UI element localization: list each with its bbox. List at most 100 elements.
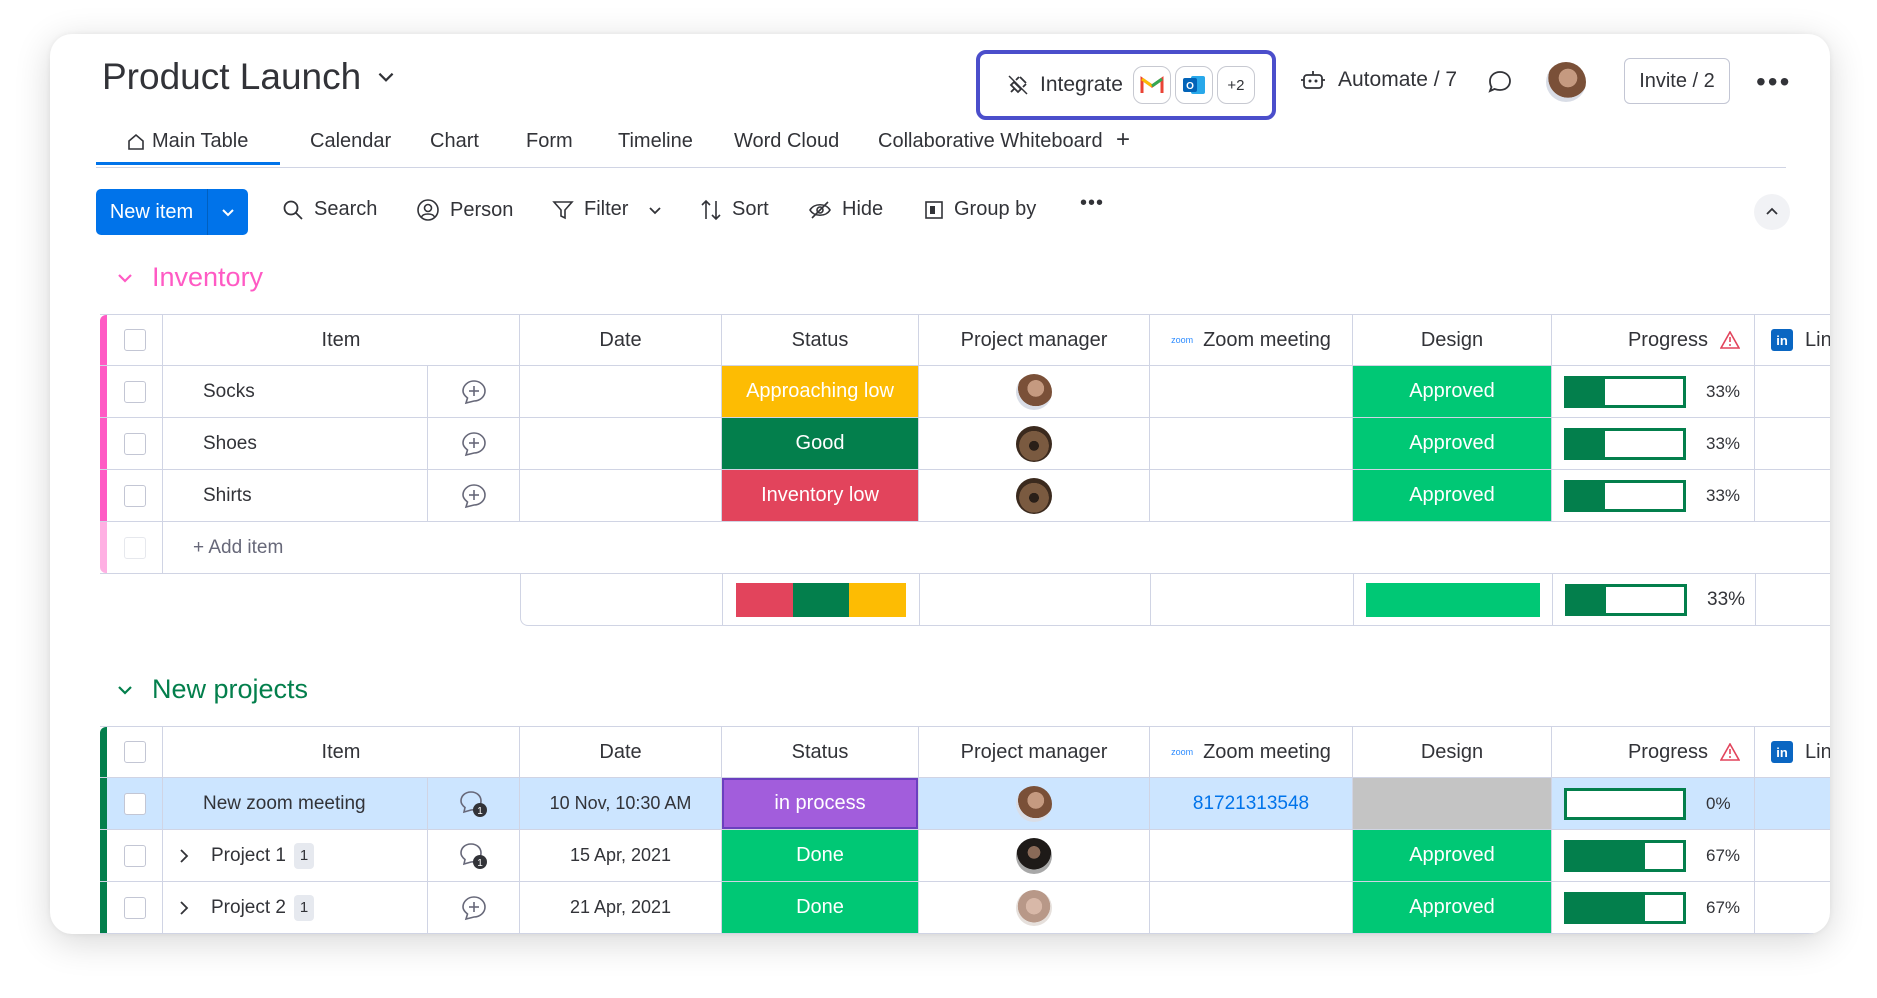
tab-form[interactable]: Form (526, 130, 573, 153)
collapse-header-button[interactable] (1754, 194, 1790, 230)
item-name[interactable]: Shirts (163, 470, 428, 521)
design-cell[interactable] (1353, 778, 1552, 829)
filter-button[interactable]: Filter (552, 198, 662, 221)
linkedin-cell[interactable] (1755, 470, 1830, 521)
tab-collaborative-whiteboard[interactable]: Collaborative Whiteboard (878, 130, 1103, 153)
row-checkbox[interactable] (123, 432, 146, 455)
col-linkedin[interactable]: in Lin (1755, 727, 1830, 777)
item-cell[interactable]: Project 1 1 (163, 830, 428, 881)
col-status[interactable]: Status (722, 727, 919, 777)
zoom-link[interactable]: 81721313548 (1150, 778, 1353, 829)
date-cell[interactable] (520, 418, 722, 469)
item-cell[interactable]: Project 2 1 (163, 882, 428, 933)
linkedin-cell[interactable] (1755, 882, 1830, 933)
pm-cell[interactable] (919, 366, 1150, 417)
zoom-cell[interactable] (1150, 366, 1353, 417)
row-checkbox[interactable] (123, 484, 146, 507)
row-checkbox[interactable] (123, 792, 146, 815)
col-project-manager[interactable]: Project manager (919, 315, 1150, 365)
group-header-new-projects[interactable]: New projects (116, 674, 308, 705)
tab-calendar[interactable]: Calendar (310, 130, 391, 153)
select-all-checkbox[interactable] (123, 741, 146, 763)
group-header-inventory[interactable]: Inventory (116, 262, 263, 293)
linkedin-cell[interactable] (1755, 830, 1830, 881)
table-row[interactable]: Socks Approaching low Approved 33% (100, 366, 1830, 418)
add-item-input[interactable]: + Add item (163, 522, 1830, 573)
sort-button[interactable]: Sort (700, 198, 769, 221)
add-update-cell[interactable] (428, 882, 520, 933)
col-project-manager[interactable]: Project manager (919, 727, 1150, 777)
row-checkbox[interactable] (123, 380, 146, 403)
select-all-checkbox[interactable] (123, 329, 146, 351)
col-status[interactable]: Status (722, 315, 919, 365)
more-options-icon[interactable]: ••• (1756, 66, 1791, 98)
date-cell[interactable] (520, 366, 722, 417)
add-item-row[interactable]: + Add item (100, 522, 1830, 574)
linkedin-cell[interactable] (1755, 418, 1830, 469)
col-date[interactable]: Date (520, 315, 722, 365)
status-cell[interactable]: in process (722, 778, 919, 829)
col-progress[interactable]: Progress (1552, 727, 1755, 777)
add-update-cell[interactable] (428, 366, 520, 417)
pm-cell[interactable] (919, 882, 1150, 933)
tab-main-table[interactable]: Main Table (95, 130, 281, 165)
new-item-dropdown[interactable] (208, 189, 248, 235)
updates-cell[interactable]: 1 (428, 778, 520, 829)
status-cell[interactable]: Done (722, 830, 919, 881)
status-cell[interactable]: Done (722, 882, 919, 933)
add-view-button[interactable]: + (1116, 126, 1130, 154)
col-item[interactable]: Item (163, 315, 520, 365)
search-button[interactable]: Search (282, 198, 377, 221)
date-cell[interactable]: 10 Nov, 10:30 AM (520, 778, 722, 829)
col-progress[interactable]: Progress (1552, 315, 1755, 365)
design-cell[interactable]: Approved (1353, 830, 1552, 881)
automate-button[interactable]: Automate / 7 (1300, 68, 1457, 92)
add-update-cell[interactable] (428, 418, 520, 469)
add-update-cell[interactable] (428, 470, 520, 521)
zoom-cell[interactable] (1150, 830, 1353, 881)
table-row-selected[interactable]: New zoom meeting 1 10 Nov, 10:30 AM in p… (100, 778, 1830, 830)
zoom-cell[interactable] (1150, 882, 1353, 933)
item-name[interactable]: Socks (163, 366, 428, 417)
status-cell[interactable]: Good (722, 418, 919, 469)
tab-chart[interactable]: Chart (430, 130, 479, 153)
pm-cell[interactable] (919, 470, 1150, 521)
pm-cell[interactable] (919, 830, 1150, 881)
date-cell[interactable]: 15 Apr, 2021 (520, 830, 722, 881)
col-zoom-meeting[interactable]: zoom Zoom meeting (1150, 727, 1353, 777)
linkedin-cell[interactable] (1755, 366, 1830, 417)
board-title[interactable]: Product Launch (102, 56, 397, 98)
date-cell[interactable]: 21 Apr, 2021 (520, 882, 722, 933)
design-cell[interactable]: Approved (1353, 470, 1552, 521)
zoom-cell[interactable] (1150, 470, 1353, 521)
pm-cell[interactable] (919, 778, 1150, 829)
item-name[interactable]: New zoom meeting (163, 778, 428, 829)
pm-cell[interactable] (919, 418, 1150, 469)
chevron-right-icon[interactable] (177, 848, 191, 864)
new-item-button[interactable]: New item (96, 189, 248, 235)
row-checkbox[interactable] (123, 844, 146, 867)
updates-cell[interactable]: 1 (428, 830, 520, 881)
col-item[interactable]: Item (163, 727, 520, 777)
invite-button[interactable]: Invite / 2 (1624, 58, 1730, 104)
col-design[interactable]: Design (1353, 315, 1552, 365)
design-cell[interactable]: Approved (1353, 366, 1552, 417)
tab-timeline[interactable]: Timeline (618, 130, 693, 153)
col-date[interactable]: Date (520, 727, 722, 777)
col-linkedin[interactable]: in Lin (1755, 315, 1830, 365)
col-design[interactable]: Design (1353, 727, 1552, 777)
chevron-right-icon[interactable] (177, 900, 191, 916)
status-cell[interactable]: Inventory low (722, 470, 919, 521)
user-avatar[interactable] (1546, 62, 1586, 102)
date-cell[interactable] (520, 470, 722, 521)
table-row[interactable]: Shirts Inventory low Approved 33% (100, 470, 1830, 522)
table-row[interactable]: Project 1 1 1 15 Apr, 2021 Done Approved… (100, 830, 1830, 882)
table-row[interactable]: Project 2 1 21 Apr, 2021 Done Approved 6… (100, 882, 1830, 934)
group-by-button[interactable]: Group by (924, 198, 1036, 221)
tab-word-cloud[interactable]: Word Cloud (734, 130, 839, 153)
col-zoom-meeting[interactable]: zoom Zoom meeting (1150, 315, 1353, 365)
hide-button[interactable]: Hide (808, 198, 883, 221)
status-cell[interactable]: Approaching low (722, 366, 919, 417)
person-filter-button[interactable]: Person (416, 198, 513, 222)
chevron-down-icon[interactable] (648, 203, 662, 217)
